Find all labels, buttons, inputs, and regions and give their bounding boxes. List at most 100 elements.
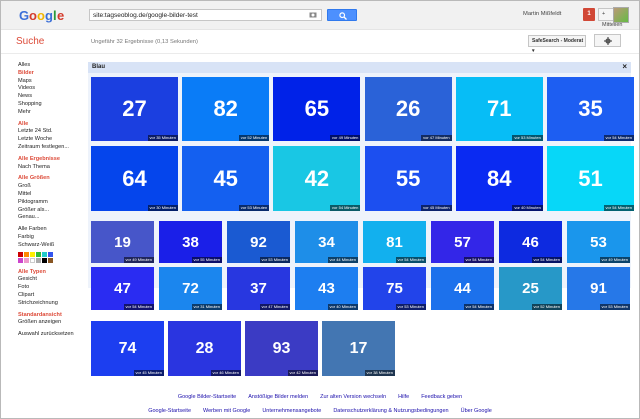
image-result[interactable]: 42 vor 54 Minuten xyxy=(273,146,361,211)
user-name[interactable]: Martin Mißfeldt xyxy=(523,11,561,17)
color-swatch[interactable] xyxy=(30,257,35,263)
search-button[interactable] xyxy=(327,9,357,21)
image-result[interactable]: 84 vor 40 Minuten xyxy=(455,146,543,211)
image-result[interactable]: 71 vor 53 Minuten xyxy=(455,77,543,141)
filter-size-item[interactable]: Piktogramm xyxy=(18,199,86,207)
filter-type-item[interactable]: Strichzeichnung xyxy=(18,300,86,308)
filter-view-head[interactable]: Standardansicht xyxy=(18,312,86,320)
image-result[interactable]: 44 vor 54 Minuten xyxy=(431,267,494,310)
image-result[interactable]: 35 vor 54 Minuten xyxy=(547,77,634,141)
footer-link[interactable]: Google Bilder-Startseite xyxy=(178,394,236,400)
filter-type-item[interactable]: Gesicht xyxy=(18,276,86,284)
color-swatch[interactable] xyxy=(48,251,53,257)
image-result[interactable]: 37 vor 47 Minuten xyxy=(227,267,290,310)
footer-link[interactable]: Anstößige Bilder melden xyxy=(248,394,308,400)
google-doodle-logo[interactable]: G o o g l e xyxy=(18,6,70,24)
color-swatch[interactable] xyxy=(42,251,47,257)
settings-button[interactable] xyxy=(594,34,621,47)
image-result[interactable]: 72 vor 31 Minuten xyxy=(159,267,222,310)
image-result[interactable]: 75 vor 53 Minuten xyxy=(363,267,426,310)
color-swatch[interactable] xyxy=(18,251,23,257)
search-input[interactable]: site:tagseoblog.de/google-bilder-test xyxy=(89,9,322,21)
image-result[interactable]: 38 vor 55 Minuten xyxy=(159,221,222,263)
color-swatch[interactable] xyxy=(42,257,47,263)
color-swatch[interactable] xyxy=(36,251,41,257)
image-result[interactable]: 53 vor 49 Minuten xyxy=(567,221,630,263)
footer-link[interactable]: Google-Startseite xyxy=(148,408,191,414)
sidebar-item-bilder[interactable]: Bilder xyxy=(18,70,86,78)
filter-types-head[interactable]: Alle Typen xyxy=(18,269,86,277)
filter-color-item[interactable]: Alle Farben xyxy=(18,226,86,234)
color-swatch[interactable] xyxy=(36,257,41,263)
image-result[interactable]: 92 vor 53 Minuten xyxy=(227,221,290,263)
notification-badge[interactable]: 1 xyxy=(583,8,595,21)
filter-size-item[interactable]: Genau... xyxy=(18,214,86,222)
image-number: 64 xyxy=(122,165,147,191)
filter-view-item[interactable]: Größen anzeigen xyxy=(18,319,86,327)
svg-text:G: G xyxy=(19,8,29,23)
close-icon[interactable]: × xyxy=(622,62,627,71)
image-result[interactable]: 91 vor 53 Minuten xyxy=(567,267,630,310)
safesearch-button[interactable]: SafeSearch - Moderat ▾ xyxy=(528,35,586,54)
image-result[interactable]: 65 vor 49 Minuten xyxy=(273,77,361,141)
image-result[interactable]: 57 vor 54 Minuten xyxy=(431,221,494,263)
camera-icon[interactable] xyxy=(309,11,317,18)
footer-link[interactable]: Hilfe xyxy=(398,394,409,400)
filter-type-item[interactable]: Foto xyxy=(18,284,86,292)
filter-color-item[interactable]: Farbig xyxy=(18,234,86,242)
filter-size-item[interactable]: Groß xyxy=(18,183,86,191)
image-result[interactable]: 93 vor 42 Minuten xyxy=(245,321,318,376)
footer-link[interactable]: Werben mit Google xyxy=(203,408,250,414)
color-swatch[interactable] xyxy=(24,257,29,263)
filter-time-head[interactable]: Alle xyxy=(18,121,86,129)
footer-link[interactable]: Über Google xyxy=(461,408,492,414)
image-result[interactable]: 45 vor 53 Minuten xyxy=(182,146,270,211)
image-result[interactable]: 26 vor 47 Minuten xyxy=(364,77,452,141)
footer-link[interactable]: Datenschutzerklärung & Nutzungsbedingung… xyxy=(333,408,448,414)
filter-time-item[interactable]: Letzte Woche xyxy=(18,136,86,144)
filter-size-head[interactable]: Alle Größen xyxy=(18,175,86,183)
color-swatch[interactable] xyxy=(18,257,23,263)
sidebar-item-mehr[interactable]: Mehr xyxy=(18,109,86,117)
filter-type-item[interactable]: Clipart xyxy=(18,292,86,300)
image-result[interactable]: 46 vor 54 Minuten xyxy=(499,221,562,263)
image-result[interactable]: 74 vor 45 Minuten xyxy=(91,321,164,376)
image-number: 74 xyxy=(118,339,137,357)
image-number: 82 xyxy=(213,96,238,121)
sidebar-item-news[interactable]: News xyxy=(18,93,86,101)
footer-link[interactable]: Unternehmensangebote xyxy=(262,408,321,414)
color-swatch[interactable] xyxy=(48,257,53,263)
filter-results-head[interactable]: Alle Ergebnisse xyxy=(18,156,86,164)
image-result[interactable]: 28 vor 46 Minuten xyxy=(168,321,241,376)
image-result[interactable]: 47 vor 54 Minuten xyxy=(91,267,154,310)
filter-color-item[interactable]: Schwarz-Weiß xyxy=(18,242,86,250)
filter-time-item[interactable]: Letzte 24 Std. xyxy=(18,128,86,136)
image-result[interactable]: 25 vor 52 Minuten xyxy=(499,267,562,310)
image-result[interactable]: 17 vor 38 Minuten xyxy=(322,321,395,376)
avatar[interactable] xyxy=(613,7,629,23)
color-swatch[interactable] xyxy=(24,251,29,257)
sidebar-item-videos[interactable]: Videos xyxy=(18,85,86,93)
image-result[interactable]: 82 vor 52 Minuten xyxy=(182,77,270,141)
sidebar-item-maps[interactable]: Maps xyxy=(18,78,86,86)
footer-link[interactable]: Zur alten Version wechseln xyxy=(320,394,386,400)
image-result[interactable]: 43 vor 40 Minuten xyxy=(295,267,358,310)
filter-results-item[interactable]: Nach Thema xyxy=(18,164,86,172)
image-result[interactable]: 19 vor 49 Minuten xyxy=(91,221,154,263)
sidebar-item-shopping[interactable]: Shopping xyxy=(18,101,86,109)
image-result[interactable]: 81 vor 54 Minuten xyxy=(363,221,426,263)
filter-time-item[interactable]: Zeitraum festlegen... xyxy=(18,144,86,152)
image-result[interactable]: 34 vor 44 Minuten xyxy=(295,221,358,263)
image-result[interactable]: 27 vor 35 Minuten xyxy=(91,77,178,141)
image-result[interactable]: 64 vor 30 Minuten xyxy=(91,146,178,211)
filter-size-item[interactable]: Mittel xyxy=(18,191,86,199)
image-number: 25 xyxy=(522,280,539,297)
image-result[interactable]: 55 vor 45 Minuten xyxy=(364,146,452,211)
image-result[interactable]: 51 vor 54 Minuten xyxy=(547,146,634,211)
sidebar-item-alles[interactable]: Alles xyxy=(18,62,86,70)
reset-filters-link[interactable]: Auswahl zurücksetzen xyxy=(18,331,86,339)
footer-link[interactable]: Feedback geben xyxy=(421,394,462,400)
color-swatch[interactable] xyxy=(30,251,35,257)
filter-size-item[interactable]: Größer als... xyxy=(18,207,86,215)
image-timestamp: vor 54 Minuten xyxy=(463,257,494,263)
